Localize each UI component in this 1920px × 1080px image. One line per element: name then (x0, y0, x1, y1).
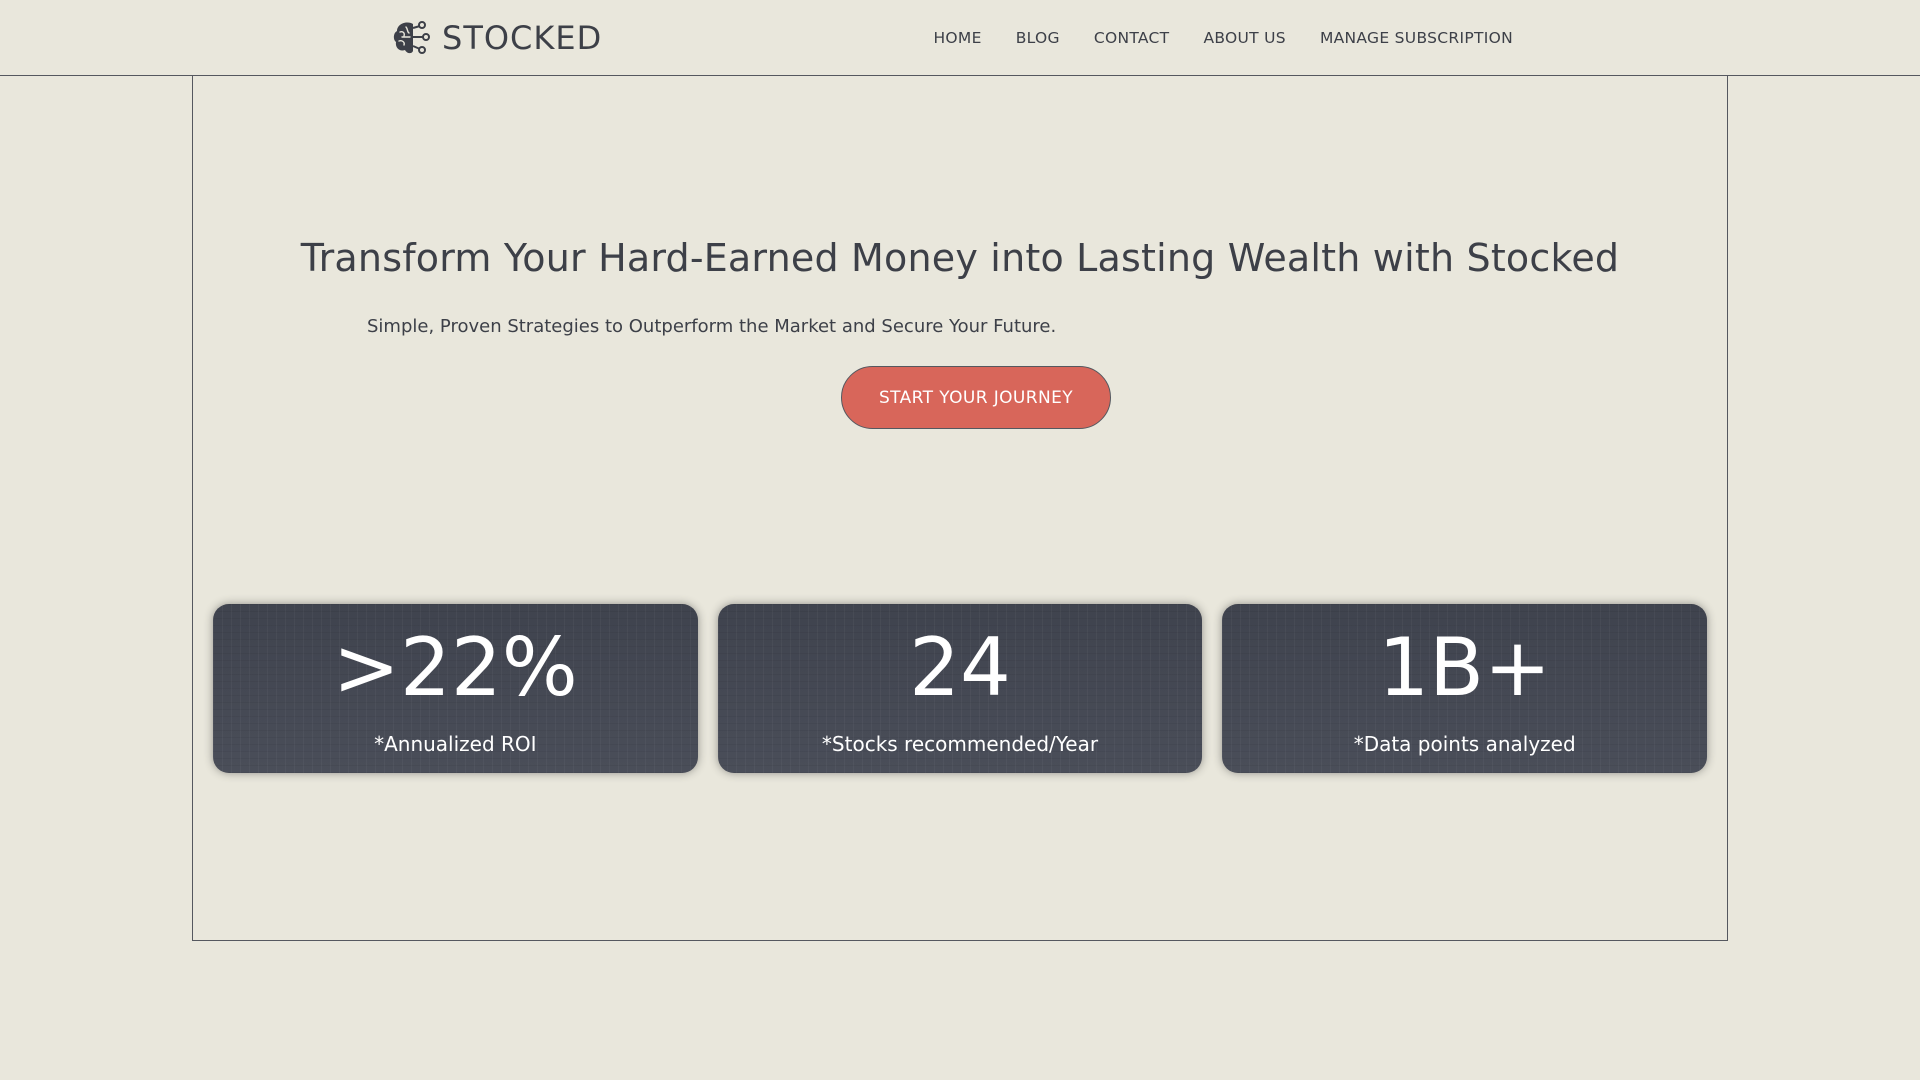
stat-label: *Annualized ROI (374, 732, 537, 756)
nav-link-home[interactable]: HOME (933, 26, 981, 50)
nav-link-blog[interactable]: BLOG (1016, 26, 1060, 50)
stat-value: 24 (909, 621, 1011, 714)
main-nav: HOME BLOG CONTACT ABOUT US MANAGE SUBSCR… (933, 26, 1513, 50)
stat-label: *Data points analyzed (1353, 732, 1576, 756)
stat-card-stocks: 24 *Stocks recommended/Year (717, 604, 1203, 773)
start-journey-button[interactable]: START YOUR JOURNEY (841, 366, 1111, 429)
hero-title: Transform Your Hard-Earned Money into La… (300, 236, 1620, 280)
stat-card-data-points: 1B+ *Data points analyzed (1222, 604, 1708, 773)
hero-subtitle: Simple, Proven Strategies to Outperform … (367, 316, 1057, 337)
top-navigation-bar: STOCKED HOME BLOG CONTACT ABOUT US MANAG… (0, 0, 1920, 76)
hero-section: Transform Your Hard-Earned Money into La… (192, 75, 1728, 941)
brain-circuit-icon (393, 21, 430, 54)
brand-logo-link[interactable]: STOCKED (390, 18, 602, 58)
nav-link-manage-subscription[interactable]: MANAGE SUBSCRIPTION (1320, 26, 1513, 50)
stat-value: >22% (332, 621, 578, 714)
brand-name: STOCKED (442, 19, 603, 57)
stat-label: *Stocks recommended/Year (821, 732, 1099, 756)
nav-link-contact[interactable]: CONTACT (1094, 26, 1170, 50)
stats-row: >22% *Annualized ROI 24 *Stocks recommen… (213, 604, 1708, 773)
stat-value: 1B+ (1378, 621, 1552, 714)
nav-link-about-us[interactable]: ABOUT US (1203, 26, 1286, 50)
stat-card-roi: >22% *Annualized ROI (213, 604, 698, 773)
